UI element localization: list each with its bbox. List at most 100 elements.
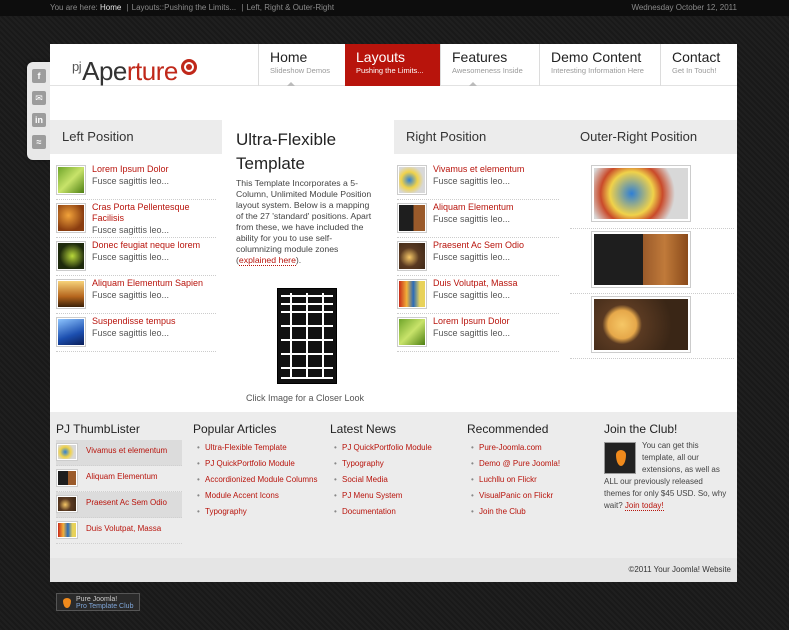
item-title-link[interactable]: Duis Volutpat, Massa	[433, 278, 518, 289]
breadcrumb-layouts-link[interactable]: Layouts::Pushing the Limits...	[132, 3, 237, 12]
item-title-link[interactable]: Donec feugiat neque lorem	[92, 240, 200, 251]
item-excerpt: Fusce sagittis leo...	[92, 225, 170, 235]
news-link[interactable]: Documentation	[330, 504, 455, 520]
list-item[interactable]: Duis Volutpat, Massa	[56, 518, 182, 544]
news-link[interactable]: PJ Menu System	[330, 488, 455, 504]
nav-arrow-icon	[287, 78, 295, 86]
thumbnail[interactable]	[56, 469, 78, 487]
email-icon[interactable]: ✉	[32, 91, 46, 105]
item-link[interactable]: Aliquam Elementum	[86, 472, 158, 481]
nav-item-contact[interactable]: Contact Get In Touch!	[660, 44, 737, 86]
thumbnail[interactable]	[56, 241, 86, 271]
article-link[interactable]: Accordionized Module Columns	[193, 472, 318, 488]
list-item[interactable]: Lorem Ipsum Dolor Fusce sagittis leo...	[56, 162, 216, 200]
item-excerpt: Fusce sagittis leo...	[433, 214, 511, 224]
module-heading: Join the Club!	[604, 422, 678, 436]
list-item[interactable]: Vivamus et elementum Fusce sagittis leo.…	[397, 162, 559, 200]
rss-icon[interactable]: ≈	[32, 135, 46, 149]
join-club-module: Join the Club! You can get this template…	[604, 422, 730, 512]
explained-here-link[interactable]: explained here	[238, 255, 296, 266]
list-item[interactable]: Duis Volutpat, Massa Fusce sagittis leo.…	[397, 276, 559, 314]
list-item[interactable]: Praesent Ac Sem Odio Fusce sagittis leo.…	[397, 238, 559, 276]
item-title-link[interactable]: Lorem Ipsum Dolor	[92, 164, 169, 175]
outer-right-image[interactable]	[591, 165, 691, 222]
thumbnail[interactable]	[56, 203, 86, 233]
list-item[interactable]: Suspendisse tempus Fusce sagittis leo...	[56, 314, 216, 352]
article-link[interactable]: PJ QuickPortfolio Module	[193, 456, 318, 472]
breadcrumb-home-link[interactable]: Home	[100, 3, 121, 12]
left-position-heading: Left Position	[50, 120, 222, 154]
thumbnail[interactable]	[397, 165, 427, 195]
thumbnail[interactable]	[56, 165, 86, 195]
nav-item-home[interactable]: Home Slideshow Demos	[258, 44, 345, 86]
logo-accent: rture	[126, 56, 178, 86]
list-item[interactable]: Cras Porta Pellentesque Facilisis Fusce …	[56, 200, 216, 238]
item-title-link[interactable]: Cras Porta Pellentesque Facilisis	[92, 202, 216, 224]
item-title-link[interactable]: Lorem Ipsum Dolor	[433, 316, 510, 327]
news-link[interactable]: Social Media	[330, 472, 455, 488]
list-item[interactable]: Aliquam Elementum Fusce sagittis leo...	[397, 200, 559, 238]
linkedin-icon[interactable]: in	[32, 113, 46, 127]
recommended-link[interactable]: Luchllu on Flickr	[467, 472, 592, 488]
pro-template-club-badge[interactable]: Pure Joomla! Pro Template Club	[56, 593, 140, 611]
thumbnail[interactable]	[56, 443, 78, 461]
thumbnail[interactable]	[56, 495, 78, 513]
page-container: pjAperture Home Slideshow Demos Layouts …	[50, 44, 737, 582]
facebook-icon[interactable]: f	[32, 69, 46, 83]
item-title-link[interactable]: Aliquam Elementum	[433, 202, 514, 213]
list-item[interactable]: Vivamus et elementum	[56, 440, 182, 466]
thumbnail[interactable]	[56, 521, 78, 539]
nav-desc: Slideshow Demos	[270, 66, 331, 75]
recommended-link[interactable]: Demo @ Pure Joomla!	[467, 456, 592, 472]
list-item[interactable]: Lorem Ipsum Dolor Fusce sagittis leo...	[397, 314, 559, 352]
nav-desc: Interesting Information Here	[551, 66, 644, 75]
badge-line-1: Pure Joomla!	[76, 596, 118, 603]
nav-item-features[interactable]: Features Awesomeness Inside	[440, 44, 539, 86]
article-link[interactable]: Ultra-Flexible Template	[193, 440, 318, 456]
item-title-link[interactable]: Praesent Ac Sem Odio	[433, 240, 524, 251]
popular-articles-module: Popular Articles Ultra-Flexible Template…	[193, 422, 318, 520]
recommended-link[interactable]: VisualPanic on Flickr	[467, 488, 592, 504]
list-item[interactable]: Donec feugiat neque lorem Fusce sagittis…	[56, 238, 216, 276]
copyright-text: ©2011 Your Joomla! Website	[628, 565, 731, 574]
layout-diagram-image[interactable]	[277, 288, 337, 384]
item-link[interactable]: Praesent Ac Sem Odio	[86, 498, 167, 507]
item-title-link[interactable]: Vivamus et elementum	[433, 164, 524, 175]
logo-prefix: pj	[72, 59, 82, 74]
nav-desc: Pushing the Limits...	[356, 66, 424, 75]
item-title-link[interactable]: Aliquam Elementum Sapien	[92, 278, 203, 289]
news-link[interactable]: PJ QuickPortfolio Module	[330, 440, 455, 456]
thumbnail[interactable]	[56, 279, 86, 309]
bottom-modules: PJ ThumbLister Vivamus et elementum Aliq…	[50, 412, 737, 558]
nav-item-demo-content[interactable]: Demo Content Interesting Information Her…	[539, 44, 660, 86]
list-item[interactable]: Praesent Ac Sem Odio	[56, 492, 182, 518]
item-link[interactable]: Vivamus et elementum	[86, 446, 167, 455]
thumbnail[interactable]	[397, 241, 427, 271]
join-today-link[interactable]: Join today!	[624, 501, 664, 511]
thumbnail[interactable]	[397, 317, 427, 347]
outer-right-image[interactable]	[591, 231, 691, 288]
recommended-link[interactable]: Join the Club	[467, 504, 592, 520]
article-link[interactable]: Module Accent Icons	[193, 488, 318, 504]
outer-right-image[interactable]	[591, 296, 691, 353]
list-item[interactable]: Aliquam Elementum Sapien Fusce sagittis …	[56, 276, 216, 314]
item-title-link[interactable]: Suspendisse tempus	[92, 316, 176, 327]
site-logo[interactable]: pjAperture	[72, 58, 197, 89]
club-text: You can get this template, all our exten…	[604, 440, 730, 512]
item-excerpt: Fusce sagittis leo...	[92, 176, 170, 186]
thumbnail[interactable]	[56, 317, 86, 347]
nav-item-layouts[interactable]: Layouts Pushing the Limits...	[345, 44, 440, 86]
module-heading: PJ ThumbLister	[56, 422, 140, 436]
pure-joomla-icon	[63, 598, 71, 608]
recommended-link[interactable]: Pure-Joomla.com	[467, 440, 592, 456]
list-item[interactable]: Aliquam Elementum	[56, 466, 182, 492]
item-excerpt: Fusce sagittis leo...	[433, 176, 511, 186]
divider	[570, 228, 734, 229]
nav-arrow-icon	[469, 78, 477, 86]
news-link[interactable]: Typography	[330, 456, 455, 472]
item-link[interactable]: Duis Volutpat, Massa	[86, 524, 161, 533]
thumbnail[interactable]	[397, 203, 427, 233]
breadcrumb-separator: |	[126, 3, 129, 12]
thumbnail[interactable]	[397, 279, 427, 309]
article-link[interactable]: Typography	[193, 504, 318, 520]
